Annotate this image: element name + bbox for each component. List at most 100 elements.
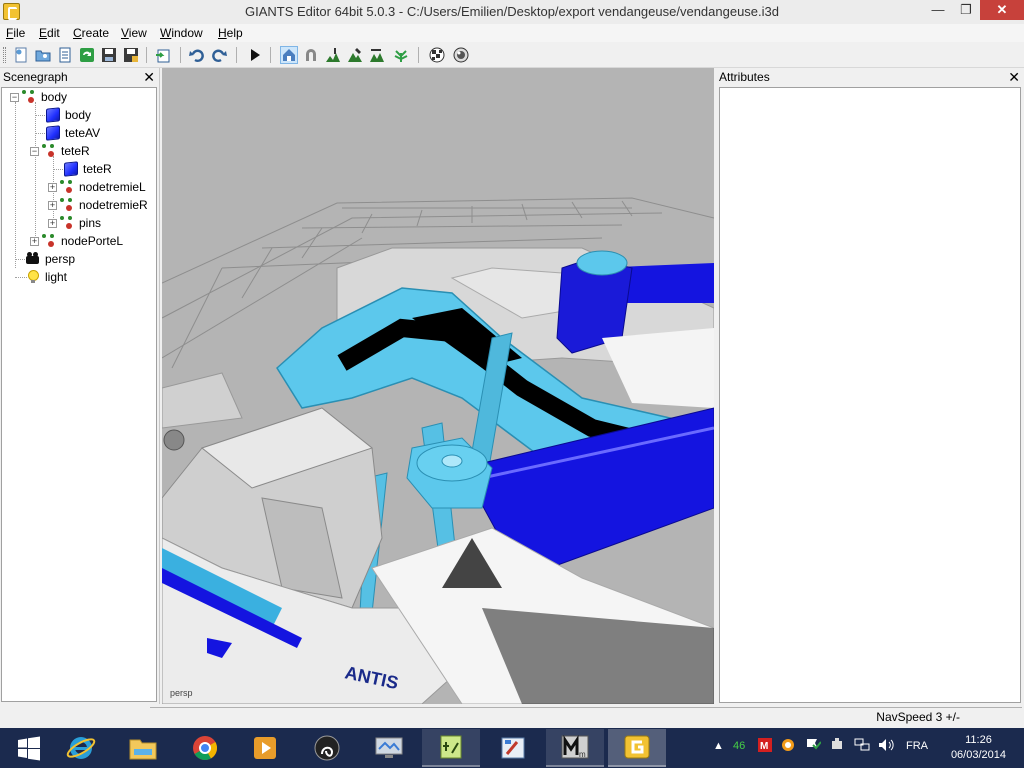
menu-window-label: indow [171,26,203,40]
minimize-button[interactable]: — [924,0,952,20]
menu-file[interactable]: File [6,26,25,40]
refresh-icon[interactable] [78,46,96,64]
tree-node-body-shape[interactable]: body [46,106,91,124]
tree-node-nodetremier[interactable]: + nodetremieR [48,196,148,214]
input-language[interactable]: FRA [906,740,928,752]
media-player-icon[interactable] [236,729,294,767]
tree-node-label: body [65,108,92,122]
transform-group-icon [42,234,56,248]
status-bar: NavSpeed 3 +/- [0,704,1024,728]
toolbar-grip[interactable] [3,47,6,63]
tree-node-teteav[interactable]: teteAV [46,124,100,142]
attributes-close-icon[interactable]: ✕ [1008,68,1020,86]
save-all-icon[interactable] [122,46,140,64]
close-window-button[interactable]: ✕ [980,0,1024,20]
menu-create[interactable]: Create [73,26,109,40]
action-center-flag-icon[interactable] [805,738,822,755]
tree-node-body-group[interactable]: − body [10,88,67,106]
menu-window[interactable]: Window [160,26,203,40]
attributes-title: Attributes [719,70,770,84]
import-icon[interactable] [154,46,172,64]
expand-icon[interactable]: + [48,218,57,228]
show-hidden-icons-icon[interactable]: ▲ [713,740,724,752]
volume-icon[interactable] [878,738,894,755]
transform-group-icon [60,198,74,212]
tree-node-teter-group[interactable]: − teteR [30,142,90,160]
notepad-plus-icon[interactable] [422,729,480,767]
tree-line [15,102,16,268]
tree-node-pins[interactable]: + pins [48,214,101,232]
expand-icon[interactable]: + [48,182,57,192]
mesh-shape-icon [46,107,60,123]
orange-circle-tray-icon[interactable] [781,738,795,755]
system-clock[interactable]: 11:26 06/03/2014 [951,733,1006,763]
foliage-paint-icon[interactable] [392,46,410,64]
tree-line [35,133,45,134]
scenegraph-title: Scenegraph [3,70,68,84]
restore-button[interactable]: ❐ [952,0,980,20]
tree-node-teter-shape[interactable]: teteR [64,160,112,178]
play-icon[interactable] [246,46,264,64]
sphere-render-icon[interactable] [452,46,470,64]
expand-icon[interactable]: + [30,236,39,246]
temperature-tray[interactable]: 46 [733,740,745,752]
windows-start-icon[interactable] [0,729,58,767]
camera-name-label: persp [170,688,193,698]
tree-node-label: nodetremieR [79,198,148,212]
menu-bar: File Edit Create View Window Help [0,24,1024,42]
collapse-icon[interactable]: − [10,92,19,102]
title-bar: GIANTS Editor 64bit 5.0.3 - C:/Users/Emi… [0,0,1024,24]
scenegraph-tree[interactable]: − body body teteAV − teteR teteR + nodet… [1,87,157,702]
redo-icon[interactable] [210,46,228,64]
attributes-content[interactable] [719,87,1021,703]
navspeed-indicator: NavSpeed 3 +/- [876,710,960,724]
checker-render-icon[interactable] [428,46,446,64]
tree-node-persp[interactable]: persp [26,250,75,268]
remote-desktop-icon[interactable] [360,729,418,767]
save-icon[interactable] [100,46,118,64]
menu-edit[interactable]: Edit [39,26,60,40]
paint-icon[interactable] [484,729,542,767]
home-view-icon[interactable] [280,46,298,64]
expand-icon[interactable]: + [48,200,57,210]
tree-node-light[interactable]: light [26,268,67,286]
3d-viewport[interactable]: ANTIS persp [162,68,714,704]
terrain-paint-icon[interactable] [324,46,342,64]
menu-help[interactable]: Help [218,26,243,40]
menu-help-mnemonic: H [218,26,227,40]
tree-node-nodetremiel[interactable]: + nodetremieL [48,178,146,196]
windows-taskbar: m ▲ 46 M FRA 11:26 06/03/2014 [0,728,1024,768]
chrome-icon[interactable] [176,729,234,767]
new-file-icon[interactable] [12,46,30,64]
usb-device-icon[interactable] [830,738,844,755]
toolbar-separator [418,47,419,63]
giants-editor-taskbar-icon[interactable] [608,729,666,767]
tree-node-label: pins [79,216,102,230]
mesh-shape-icon [64,161,78,177]
terrain-sculpt-icon[interactable] [346,46,364,64]
internet-explorer-icon[interactable] [52,729,110,767]
app-swirl-icon[interactable] [298,729,356,767]
menu-create-mnemonic: C [73,26,82,40]
toolbar-separator [270,47,271,63]
scenegraph-close-icon[interactable]: ✕ [143,68,155,86]
file-explorer-icon[interactable] [114,729,172,767]
collapse-icon[interactable]: − [30,146,39,156]
network-icon[interactable] [854,738,870,755]
clock-time: 11:26 [965,734,992,746]
document-list-icon[interactable] [56,46,74,64]
scenegraph-panel: Scenegraph ✕ − body body teteAV − teteR [0,68,160,704]
window-title: GIANTS Editor 64bit 5.0.3 - C:/Users/Emi… [244,4,779,19]
tree-node-label: teteR [61,144,90,158]
tree-node-nodeportel[interactable]: + nodePorteL [30,232,123,250]
undo-icon[interactable] [188,46,206,64]
antivirus-tray-icon[interactable]: M [758,738,772,755]
terrain-flatten-icon[interactable] [368,46,386,64]
menu-create-label: reate [81,26,110,40]
menu-view[interactable]: View [121,26,147,40]
3ds-max-icon[interactable]: m [546,729,604,767]
magnet-snap-icon[interactable] [302,46,320,64]
open-folder-icon[interactable] [34,46,52,64]
tree-node-label: body [41,90,68,104]
transform-group-icon [22,90,36,104]
